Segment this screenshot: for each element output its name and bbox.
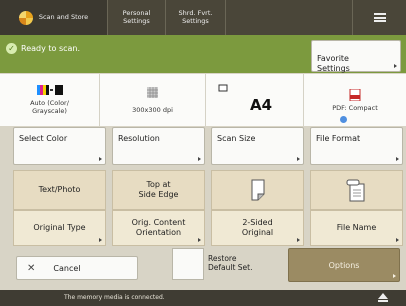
close-icon: ✕ — [27, 262, 36, 274]
orientation-label: Orig. Content Orientation — [131, 218, 186, 237]
file-name-button[interactable]: File Name — [310, 210, 403, 246]
summary-resolution-text: 300x300 dpi — [132, 105, 173, 114]
restore-default-label: Restore Default Set. — [208, 254, 253, 272]
ready-check-icon: ✓ — [6, 43, 17, 54]
tab-shared-settings-label: Shrd. Fvrt. Settings — [178, 9, 213, 25]
favorite-settings-label: Favorite Settings — [317, 54, 350, 73]
chevron-right-icon — [396, 157, 399, 161]
tab-personal-settings-label: Personal Settings — [122, 9, 151, 25]
file-name-icon-area — [310, 170, 403, 210]
tab-personal-settings[interactable]: Personal Settings — [108, 0, 166, 35]
chevron-right-icon — [297, 157, 300, 161]
orientation-value-text: Top at Side Edge — [138, 180, 179, 199]
two-sided-icon-area — [211, 170, 304, 210]
file-name-label: File Name — [336, 223, 377, 233]
chevron-right-icon — [198, 157, 201, 161]
footer-message: The memory media is connected. — [64, 294, 165, 301]
scan-app-icon — [18, 10, 33, 25]
summary-color: Auto (Color/ Grayscale) — [0, 74, 100, 126]
summary-scan-size: A4 — [206, 74, 304, 126]
chevron-right-icon — [99, 157, 102, 161]
restore-default-button[interactable] — [172, 248, 204, 280]
original-type-value-text: Text/Photo — [38, 185, 81, 195]
orientation-value: Top at Side Edge — [112, 170, 205, 210]
tab-scan-and-store-label: Scan and Store — [38, 12, 89, 21]
chevron-right-icon — [198, 238, 201, 242]
select-color-button[interactable]: Select Color — [13, 127, 106, 165]
chevron-right-icon — [297, 238, 300, 242]
file-format-label: File Format — [316, 134, 361, 143]
scan-size-label: Scan Size — [217, 134, 256, 143]
summary-color-text: Auto (Color/ Grayscale) — [30, 99, 69, 115]
summary-scan-size-text: A4 — [250, 96, 273, 114]
orientation-button[interactable]: Orig. Content Orientation — [112, 210, 205, 246]
footer-bar: The memory media is connected. — [0, 290, 406, 306]
chevron-right-icon — [396, 238, 399, 242]
file-name-icon — [346, 179, 364, 202]
summary-file-format: PDF: Compact — [304, 74, 406, 126]
two-sided-original-label: 2-Sided Original — [241, 218, 274, 237]
resolution-label: Resolution — [118, 134, 160, 143]
two-sided-icon — [251, 179, 264, 201]
menu-button[interactable] — [352, 0, 406, 35]
eject-icon[interactable] — [378, 293, 388, 299]
original-type-label: Original Type — [33, 223, 86, 233]
cancel-button[interactable]: ✕ Cancel — [16, 256, 138, 280]
paper-icon — [218, 84, 228, 92]
file-format-button[interactable]: File Format — [310, 127, 403, 165]
tab-shared-settings[interactable]: Shrd. Fvrt. Settings — [166, 0, 226, 35]
pdf-icon — [349, 88, 361, 101]
chevron-right-icon — [393, 274, 396, 278]
original-type-button[interactable]: Original Type — [13, 210, 106, 246]
compact-indicator-icon — [340, 116, 347, 123]
favorite-settings-button[interactable]: Favorite Settings — [311, 40, 401, 73]
options-label: Options — [328, 260, 360, 270]
top-tab-bar: Scan and Store Personal Settings Shrd. F… — [0, 0, 406, 35]
original-type-value: Text/Photo — [13, 170, 106, 210]
color-mode-icon — [36, 85, 63, 95]
hamburger-menu-icon — [373, 12, 386, 24]
options-button[interactable]: Options — [288, 248, 400, 282]
summary-resolution: 300x300 dpi — [100, 74, 206, 126]
summary-file-format-text: PDF: Compact — [332, 103, 378, 112]
resolution-button[interactable]: Resolution — [112, 127, 205, 165]
resolution-icon — [147, 86, 158, 98]
tab-scan-and-store[interactable]: Scan and Store — [0, 0, 108, 35]
chevron-right-icon — [99, 238, 102, 242]
eject-bar — [378, 300, 388, 302]
two-sided-original-button[interactable]: 2-Sided Original — [211, 210, 304, 246]
cancel-label: Cancel — [53, 263, 81, 273]
scan-size-button[interactable]: Scan Size — [211, 127, 304, 165]
select-color-label: Select Color — [19, 134, 68, 143]
status-message: Ready to scan. — [21, 44, 81, 53]
chevron-right-icon — [394, 64, 397, 68]
